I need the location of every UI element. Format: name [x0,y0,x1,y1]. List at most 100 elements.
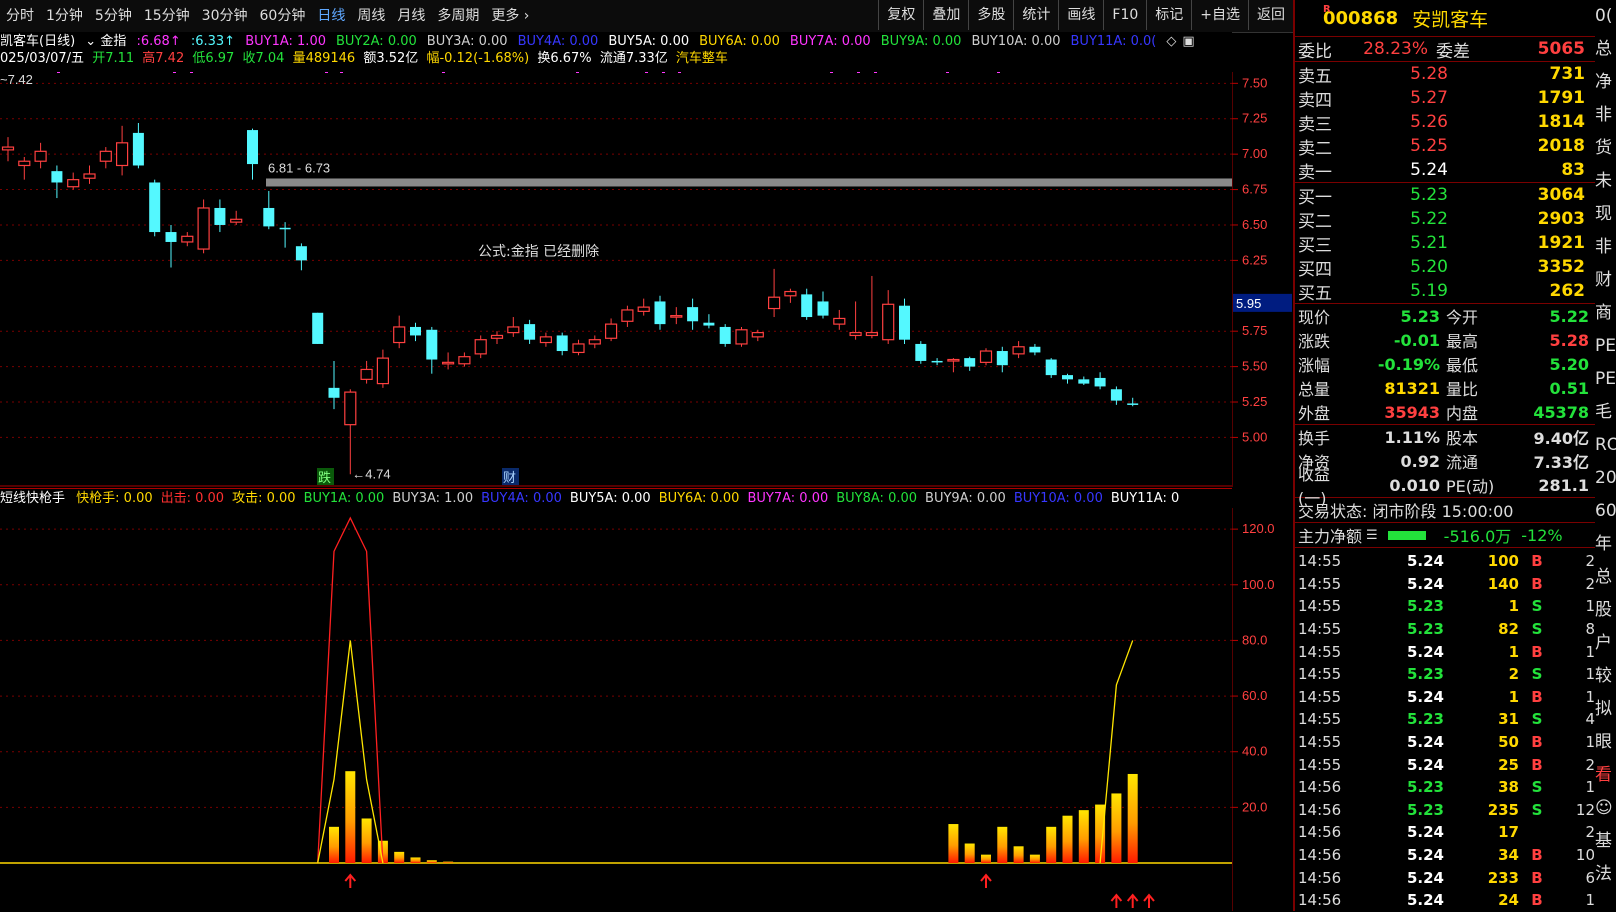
candle-body [964,358,976,367]
bar-turnover: 换6.67% [537,51,592,66]
tab-4[interactable]: 30分钟 [196,3,254,29]
period-tabs: 分时 1分钟 5分钟 15分钟 30分钟 60分钟 日线 周线 月线 多周期 更多 › [0,3,878,29]
buy-row-4-volume: 3352 [1537,257,1585,277]
candle-body [767,296,781,310]
sub-indicator-chart[interactable] [0,508,1232,911]
candle-body [637,306,650,312]
tick-volume: 1 [1508,687,1519,706]
sub-tick-label: 40.0 [1242,744,1267,759]
toolbar-button-6[interactable]: 标记 [1146,0,1191,30]
formula-note: 公式:金指 已经删除 [478,244,599,260]
edge-label: 货 [1595,138,1612,158]
tick-count: 2 [1585,823,1595,842]
buy-row-4: 买四 5.20 3352 [1295,255,1595,280]
candle [524,319,536,344]
edge-label: 看 [1595,765,1612,785]
edge-label: 0( [1595,6,1613,26]
tab-7[interactable]: 周线 [351,3,391,29]
indicator-value-1: :6.68↑ [136,34,181,49]
main-flow-row: 主力净额 ☰ -516.0万 -12% [1295,523,1595,548]
stock-header: R 000868 安凯客车 [1295,0,1595,37]
candle [115,125,129,176]
indicator-name[interactable]: 金指 [100,34,126,49]
buy-row-3-price: 5.21 [1410,233,1448,253]
tick-count: 1 [1585,597,1595,616]
tick-list[interactable]: 14:55 5.24 100 B 2 14:55 5.24 140 B 2 14:55 5.23 1 S 1… [1295,550,1595,912]
candle-body [1045,359,1057,376]
tab-2[interactable]: 5分钟 [89,3,138,29]
tick-time: 14:56 [1298,846,1342,865]
fund-value2-1: 7.33亿 [1533,453,1589,472]
buy-row-5-volume: 262 [1549,281,1586,301]
signal-dot [576,72,579,73]
signal-dot [874,72,877,73]
candle-body [507,326,520,334]
candle [703,314,715,329]
tag-cai[interactable]: 财 [503,471,516,486]
toolbar-button-5[interactable]: F10 [1103,0,1146,30]
price-tick-label: 6.75 [1242,182,1267,197]
candle [964,356,976,371]
list-icon[interactable]: ☰ [1366,528,1378,543]
buy-row-1-volume: 3064 [1537,185,1585,205]
sell-row-1-price: 5.24 [1410,160,1448,180]
panel-toggle-icon[interactable]: ▣ [1182,34,1194,49]
sell-row-5-volume: 731 [1549,64,1586,84]
buy-row-3-volume: 1921 [1537,233,1585,253]
buy-signals: BUY1A: 1.00 BUY2A: 0.00 BUY3A: 0.00 BUY4A: … [245,34,1200,49]
tick-direction: B [1531,891,1543,910]
toolbar-button-0[interactable]: 复权 [878,0,923,30]
fund-label2-0: 股本 [1446,429,1479,448]
sell-row-3-label: 卖三 [1298,114,1332,135]
tick-time: 14:55 [1298,755,1342,774]
tab-1[interactable]: 1分钟 [40,3,89,29]
buy-arrow-icon [1110,893,1123,908]
toolbar-button-1[interactable]: 叠加 [923,0,968,30]
edge-label: 毛 [1595,402,1612,422]
toolbar-button-8[interactable]: 返回 [1248,0,1293,30]
tab-0[interactable]: 分时 [0,3,40,29]
sub-item-3: BUY1A: 0.00 [303,491,385,506]
candle-body [833,317,846,325]
signal-dot [830,72,833,73]
tab-8[interactable]: 月线 [391,3,431,29]
edge-label: 财 [1595,270,1612,290]
tab-9[interactable]: 多周期 [431,3,485,29]
tick-price: 5.23 [1406,665,1444,684]
range-band [266,178,1232,187]
toolbar-button-7[interactable]: +自选 [1191,0,1248,30]
diamond-icon[interactable]: ◇ [1166,34,1176,49]
tick-row: 14:55 5.24 140 B 2 [1295,573,1595,596]
tick-row: 14:56 5.24 24 B 1 [1295,889,1595,912]
tab-3[interactable]: 15分钟 [138,3,196,29]
candle-body [588,339,601,345]
quote-value-2: -0.19% [1377,354,1440,374]
chevron-down-icon[interactable]: ⌄ [85,34,96,49]
signal-dot [662,72,665,73]
tab-6[interactable]: 日线 [311,3,351,29]
tick-direction: B [1531,552,1543,571]
main-flow-bar [1387,530,1426,540]
toolbar-button-3[interactable]: 统计 [1013,0,1058,30]
edge-label: 净 [1595,72,1612,92]
candle [556,332,568,356]
sub-tick-label: 100.0 [1242,577,1275,592]
tab-5[interactable]: 60分钟 [254,3,312,29]
signal-bar [1062,815,1073,863]
sub-item-5: BUY4A: 0.00 [481,491,562,506]
tick-volume: 24 [1498,891,1519,910]
candle [996,346,1008,373]
quote-label-0: 现价 [1298,308,1331,327]
quote-label2-3: 量比 [1446,380,1479,399]
tag-die[interactable]: 跌 [318,470,331,486]
candlestick-chart[interactable]: 6.81 - 6.73 ~7.42 ←4.74 公式:金指 已经删除跌 财 [0,72,1232,487]
tab-10[interactable]: 更多 › [485,3,535,29]
sub-indicator-title[interactable]: 短线快枪手 [0,491,65,506]
candle-body [1094,377,1106,387]
bar-sector[interactable]: 汽车整车 [676,51,728,66]
buy-signal-8: BUY10A: 0.00 [971,34,1061,49]
candle [1045,358,1057,378]
candle-body [344,391,357,426]
toolbar-button-4[interactable]: 画线 [1058,0,1103,30]
toolbar-button-2[interactable]: 多股 [968,0,1013,30]
